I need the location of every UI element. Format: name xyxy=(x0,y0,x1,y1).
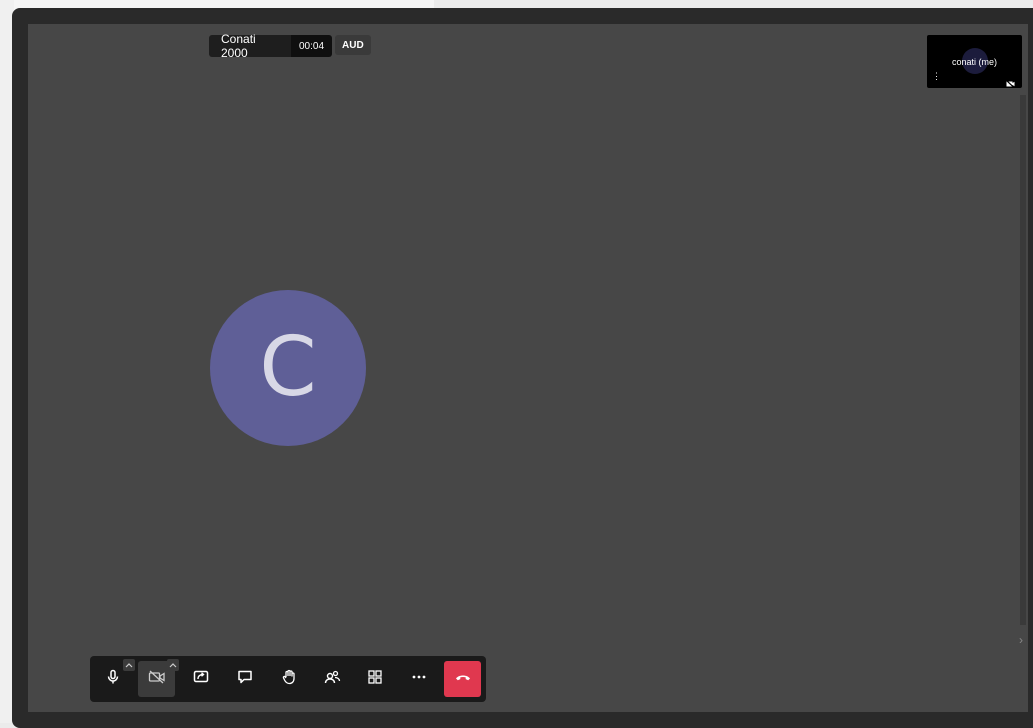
camera-options-button[interactable] xyxy=(167,659,179,671)
tile-view-button[interactable] xyxy=(356,661,393,697)
video-off-icon xyxy=(148,669,166,690)
more-icon xyxy=(411,669,427,690)
participant-avatar: C xyxy=(210,290,366,446)
self-view-name: conati (me) xyxy=(951,57,997,67)
self-view-menu-icon[interactable]: ⋮ xyxy=(932,72,941,81)
microphone-options-button[interactable] xyxy=(123,659,135,671)
hangup-icon xyxy=(454,670,472,688)
participants-icon xyxy=(324,669,341,690)
audio-quality-badge[interactable]: AUD xyxy=(335,35,371,55)
hand-icon xyxy=(281,669,297,690)
meeting-title: Conati 2000 xyxy=(209,32,291,60)
meeting-header: Conati 2000 00:04 AUD xyxy=(209,32,371,60)
participants-button[interactable] xyxy=(314,661,351,697)
screen-share-icon xyxy=(193,669,209,690)
grid-icon xyxy=(367,669,383,690)
video-off-icon xyxy=(1005,75,1015,93)
self-view-tile[interactable]: conati (me) ⋮ xyxy=(927,35,1022,89)
participant-initial: C xyxy=(259,320,317,415)
raise-hand-button[interactable] xyxy=(270,661,307,697)
filmstrip-scrollbar[interactable] xyxy=(1020,95,1026,625)
leave-meeting-button[interactable] xyxy=(444,661,481,697)
meeting-toolbar xyxy=(90,656,486,702)
video-stage xyxy=(28,24,1028,712)
mic-icon xyxy=(105,669,121,690)
chat-icon xyxy=(237,669,253,690)
chevron-right-icon[interactable]: › xyxy=(1019,633,1023,647)
more-options-button[interactable] xyxy=(400,661,437,697)
share-screen-button[interactable] xyxy=(182,661,219,697)
meeting-timer: 00:04 xyxy=(291,35,333,57)
chat-button[interactable] xyxy=(226,661,263,697)
